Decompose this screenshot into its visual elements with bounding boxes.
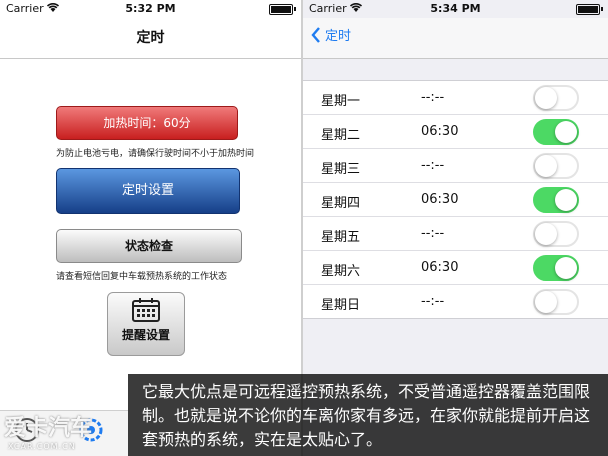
status-time: 5:34 PM xyxy=(430,2,481,15)
battery-warning-note: 为防止电池亏电，请确保行驶时间不小于加热时间 xyxy=(56,149,255,159)
status-check-button[interactable]: 状态检查 xyxy=(56,229,242,263)
day-label: 星期二 xyxy=(321,128,361,143)
back-label: 定时 xyxy=(325,29,352,44)
status-bar: Carrier 5:34 PM xyxy=(303,0,608,18)
schedule-row[interactable]: 星期三 --:-- xyxy=(303,149,608,183)
toggle-knob xyxy=(535,291,557,313)
toggle-knob xyxy=(535,87,557,109)
day-toggle-switch[interactable] xyxy=(533,221,579,247)
nav-bar: 定时 xyxy=(303,18,608,59)
schedule-row[interactable]: 星期二 06:30 xyxy=(303,115,608,149)
schedule-row[interactable]: 星期四 06:30 xyxy=(303,183,608,217)
time-value[interactable]: --:-- xyxy=(421,294,444,309)
caption-text: 它最大优点是可远程遥控预热系统，不受普通遥控器覆盖范围限制。也就是说不论你的车离… xyxy=(142,382,591,449)
day-toggle-switch[interactable] xyxy=(533,85,579,111)
battery-icon xyxy=(576,4,600,15)
battery-tip xyxy=(601,7,603,11)
time-value[interactable]: --:-- xyxy=(421,226,444,241)
day-toggle-switch[interactable] xyxy=(533,187,579,213)
heating-time-button[interactable]: 加热时间：60分 xyxy=(56,106,238,140)
toggle-knob xyxy=(555,257,577,279)
reminder-settings-button[interactable]: 提醒设置 xyxy=(107,292,185,356)
day-label: 星期三 xyxy=(321,162,361,177)
day-label: 星期日 xyxy=(321,298,361,313)
toggle-knob xyxy=(535,155,557,177)
day-label: 星期五 xyxy=(321,230,361,245)
day-label: 星期四 xyxy=(321,196,361,211)
toggle-knob xyxy=(555,189,577,211)
time-value[interactable]: --:-- xyxy=(421,90,444,105)
toggle-knob xyxy=(555,121,577,143)
day-toggle-switch[interactable] xyxy=(533,119,579,145)
nav-bar: 定时 xyxy=(0,18,301,59)
day-label: 星期一 xyxy=(321,94,361,109)
battery-tip xyxy=(294,7,296,11)
timer-settings-button[interactable]: 定时设置 xyxy=(56,168,240,214)
chevron-left-icon xyxy=(311,27,320,43)
day-toggle-switch[interactable] xyxy=(533,153,579,179)
time-value[interactable]: --:-- xyxy=(421,158,444,173)
caption-overlay: 它最大优点是可远程遥控预热系统，不受普通遥控器覆盖范围限制。也就是说不论你的车离… xyxy=(128,374,608,456)
status-time: 5:32 PM xyxy=(125,2,176,15)
status-note: 请查看短信回复中车载预热系统的工作状态 xyxy=(56,272,228,282)
schedule-row[interactable]: 星期六 06:30 xyxy=(303,251,608,285)
day-toggle-switch[interactable] xyxy=(533,255,579,281)
day-label: 星期六 xyxy=(321,264,361,279)
schedule-row[interactable]: 星期一 --:-- xyxy=(303,81,608,115)
watermark-logo: 爱卡汽车 xyxy=(4,416,93,441)
schedule-row[interactable]: 星期五 --:-- xyxy=(303,217,608,251)
schedule-table: 星期一 --:-- 星期二 06:30 星期三 --:-- 星期四 06:30 星期五 --:--… xyxy=(303,80,608,319)
time-value[interactable]: 06:30 xyxy=(421,124,458,139)
time-value[interactable]: 06:30 xyxy=(421,192,458,207)
day-toggle-switch[interactable] xyxy=(533,289,579,315)
reminder-settings-label: 提醒设置 xyxy=(121,328,170,342)
page-title: 定时 xyxy=(136,30,165,46)
battery-icon xyxy=(269,4,293,15)
calendar-icon xyxy=(132,298,160,322)
watermark-url: XCAR.COM.CN xyxy=(8,442,76,451)
time-value[interactable]: 06:30 xyxy=(421,260,458,275)
schedule-row[interactable]: 星期日 --:-- xyxy=(303,285,608,318)
toggle-knob xyxy=(535,223,557,245)
back-button[interactable]: 定时 xyxy=(311,25,351,44)
status-bar: Carrier 5:32 PM xyxy=(0,0,301,18)
